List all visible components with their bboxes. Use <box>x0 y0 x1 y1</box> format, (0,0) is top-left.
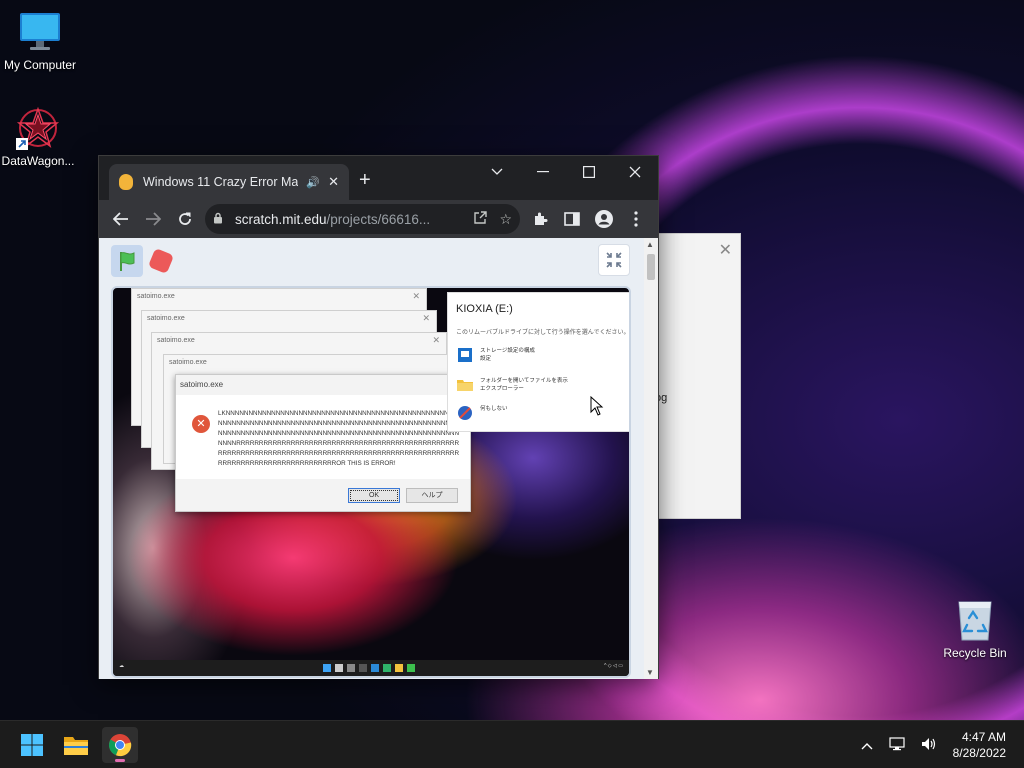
chrome-icon <box>108 734 132 757</box>
desktop-icon-datawagon[interactable]: DataWagon... <box>0 106 78 168</box>
autoplay-title: KIOXIA (E:) <box>456 303 513 315</box>
close-icon[interactable] <box>612 156 658 188</box>
folder-icon <box>457 380 473 391</box>
ok-button[interactable]: OK <box>348 488 400 503</box>
desktop-icon-label: My Computer <box>3 58 77 72</box>
scratch-favicon-icon <box>119 174 133 190</box>
monitor-icon <box>18 10 62 54</box>
url-text: scratch.mit.edu/projects/66616... <box>235 212 461 227</box>
file-explorer-icon <box>64 737 88 755</box>
desktop-icon-recycle-bin[interactable]: Recycle Bin <box>935 598 1015 660</box>
start-button[interactable] <box>14 727 50 763</box>
error-message: LKNNNNNNNNNNNNNNNNNNNNNNNNNNNNNNNNNNNNNN… <box>218 410 460 467</box>
volume-icon[interactable] <box>921 737 937 754</box>
stage-taskbar: ☁ ^ ◇ ◁ ▭ <box>113 660 629 676</box>
scratch-controls <box>99 238 658 284</box>
scroll-thumb <box>647 254 655 280</box>
maximize-icon[interactable] <box>566 156 612 188</box>
reload-button[interactable] <box>169 203 201 235</box>
error-dialog: satoimo.exe ✕ LKNNNNNNNNNNNNNNNNNNNNNNNN… <box>175 374 471 512</box>
close-icon[interactable]: ✕ <box>719 240 732 260</box>
tab-close-icon[interactable]: ✕ <box>328 174 339 190</box>
exit-fullscreen-button[interactable] <box>598 244 630 276</box>
scroll-down-icon: ▼ <box>646 668 654 677</box>
error-icon: ✕ <box>192 415 210 433</box>
chrome-window: Windows 11 Crazy Error Mak 🔊 ✕ + scratch… <box>98 155 659 679</box>
datawagon-icon <box>16 106 60 150</box>
stage-weather-icon: ☁ <box>119 663 124 669</box>
green-flag-button[interactable] <box>111 245 143 277</box>
desktop-icon-my-computer[interactable]: My Computer <box>0 10 80 72</box>
share-icon[interactable] <box>473 210 488 228</box>
stop-icon <box>147 247 175 275</box>
desktop-icon-label: DataWagon... <box>1 154 75 168</box>
clock-time: 4:47 AM <box>961 730 1006 744</box>
page-scrollbar[interactable]: ▲ ▼ <box>644 238 658 679</box>
file-explorer-button[interactable] <box>58 727 94 763</box>
window-controls <box>474 156 658 188</box>
clock[interactable]: 4:47 AM 8/28/2022 <box>945 729 1024 761</box>
autoplay-option[interactable]: ストレージ設定の構成 設定 <box>456 347 535 363</box>
url-host: scratch.mit.edu <box>235 211 327 227</box>
minimize-icon[interactable] <box>520 156 566 188</box>
extensions-icon[interactable] <box>524 203 556 235</box>
help-button[interactable]: ヘルプ <box>406 488 458 503</box>
chevron-up-icon[interactable] <box>861 737 873 753</box>
forward-button[interactable] <box>137 203 169 235</box>
side-panel-icon[interactable] <box>556 203 588 235</box>
network-icon[interactable] <box>889 736 905 754</box>
recycle-bin-icon <box>953 598 997 642</box>
new-tab-button[interactable]: + <box>359 170 371 190</box>
mouse-cursor-icon <box>590 396 604 416</box>
storage-settings-icon <box>458 348 472 362</box>
bookmark-star-icon[interactable]: ☆ <box>499 211 512 228</box>
autoplay-subtitle: このリムーバブルドライブに対して行う操作を選んでください。 <box>456 330 630 336</box>
scroll-up-icon: ▲ <box>646 240 654 249</box>
url-path: /projects/66616... <box>326 211 431 227</box>
back-button[interactable] <box>105 203 137 235</box>
browser-toolbar: scratch.mit.edu/projects/66616... ☆ <box>99 200 658 238</box>
background-dialog: ✕ og <box>650 233 741 519</box>
page-content: satoimo.exe ✕ satoimo.exe ✕ satoimo.exe ✕ s… <box>99 238 658 679</box>
autoplay-option[interactable]: 何もしない <box>456 405 508 421</box>
profile-avatar-icon[interactable] <box>588 203 620 235</box>
do-nothing-icon <box>458 406 472 420</box>
more-menu-icon[interactable] <box>620 203 652 235</box>
lock-icon[interactable] <box>213 212 225 227</box>
stop-button[interactable] <box>145 245 177 277</box>
address-bar[interactable]: scratch.mit.edu/projects/66616... ☆ <box>205 204 520 234</box>
chevron-down-icon[interactable] <box>474 156 520 188</box>
stage-tray: ^ ◇ ◁ ▭ <box>604 663 623 669</box>
tab-strip: Windows 11 Crazy Error Mak 🔊 ✕ + <box>99 156 658 200</box>
desktop-icon-label: Recycle Bin <box>943 646 1007 660</box>
taskbar: 4:47 AM 8/28/2022 <box>0 720 1024 768</box>
autoplay-option[interactable]: フォルダーを開いてファイルを表示 エクスプローラー <box>456 377 568 393</box>
chrome-button[interactable] <box>102 727 138 763</box>
clock-date: 8/28/2022 <box>952 746 1006 760</box>
system-tray: 4:47 AM 8/28/2022 <box>853 721 1024 768</box>
scratch-stage[interactable]: satoimo.exe ✕ satoimo.exe ✕ satoimo.exe ✕ s… <box>111 286 631 678</box>
error-dialog-title: satoimo.exe <box>180 380 224 389</box>
browser-tab[interactable]: Windows 11 Crazy Error Mak 🔊 ✕ <box>109 164 349 200</box>
windows-start-icon <box>21 734 43 756</box>
tab-title: Windows 11 Crazy Error Mak <box>143 175 299 189</box>
speaker-icon[interactable]: 🔊 <box>306 176 320 189</box>
